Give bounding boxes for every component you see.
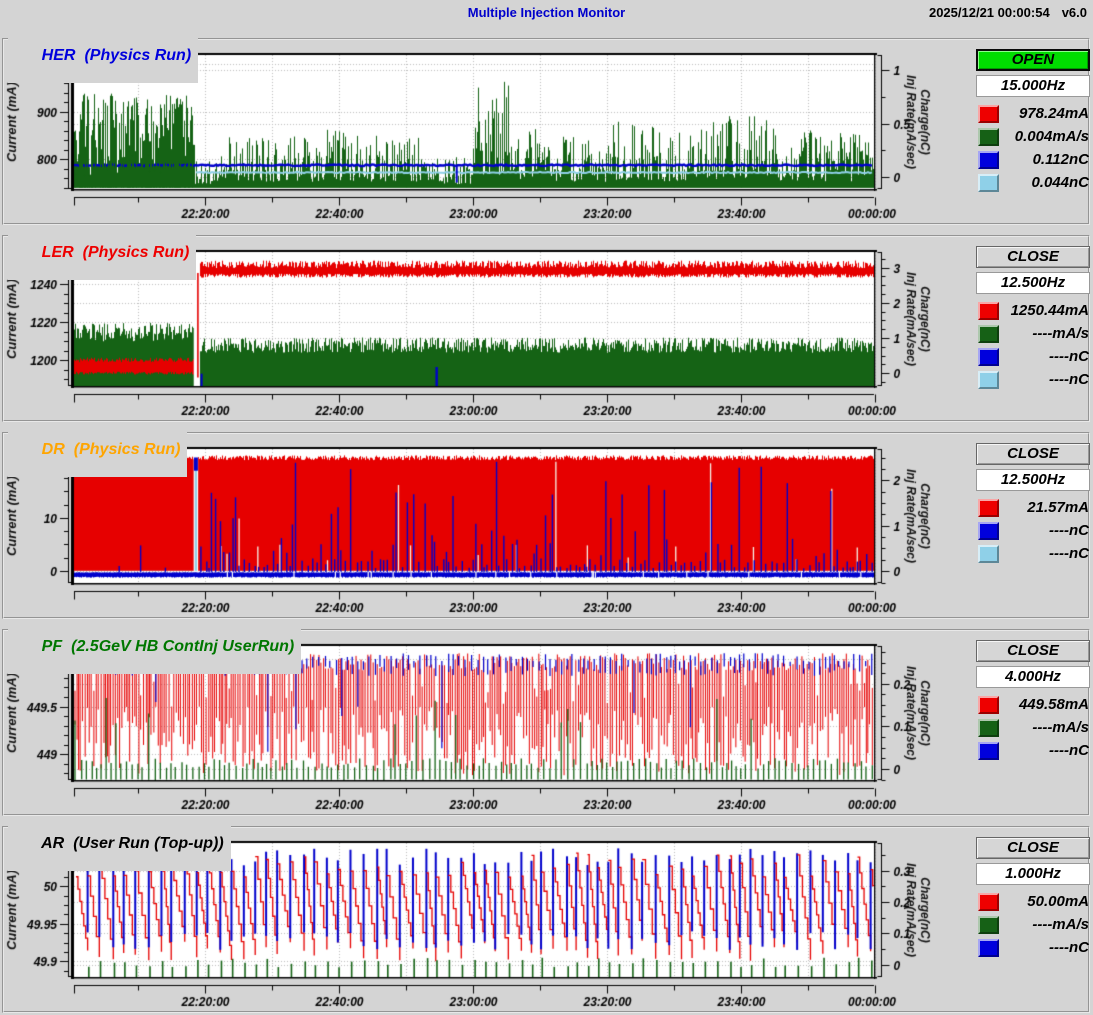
legend-row: ----nC bbox=[976, 519, 1090, 542]
legend-value: 1250.44mA bbox=[1010, 302, 1089, 319]
injection-rate-display: 15.000Hz bbox=[976, 75, 1090, 97]
ring-name: LER bbox=[41, 244, 74, 261]
legend-value: ----nC bbox=[1049, 371, 1089, 388]
legend-value: ----nC bbox=[1049, 545, 1089, 562]
control-box: OPEN 15.000Hz 978.24mA 0.004mA/s 0.112nC 0.… bbox=[976, 49, 1090, 194]
legend-value: 978.24mA bbox=[1018, 105, 1089, 122]
legend-value: ----mA/s bbox=[1032, 325, 1089, 342]
legend-swatch bbox=[978, 544, 999, 563]
legend-value: ----nC bbox=[1049, 742, 1089, 759]
panel-ar: AR (User Run (Top-up)) CLOSE 1.000Hz 50.0… bbox=[0, 817, 1093, 1014]
legend-swatch bbox=[978, 324, 999, 343]
multiple-injection-monitor-window: Multiple Injection Monitor 2025/12/21 00… bbox=[0, 0, 1093, 1015]
injection-rate-display: 1.000Hz bbox=[976, 863, 1090, 885]
panel-title: PF (2.5GeV HB ContInj UserRun) bbox=[8, 620, 302, 674]
panel-title: DR (Physics Run) bbox=[8, 423, 188, 477]
ring-name: DR bbox=[41, 441, 65, 458]
run-mode: (Physics Run) bbox=[73, 441, 181, 458]
shutter-button[interactable]: OPEN bbox=[976, 49, 1090, 71]
datetime-display: 2025/12/21 00:00:54 v6.0 bbox=[917, 5, 1087, 20]
legend: 1250.44mA ----mA/s ----nC ----nC bbox=[976, 299, 1090, 391]
legend-swatch bbox=[978, 104, 999, 123]
legend-value: 449.58mA bbox=[1018, 696, 1089, 713]
legend: 978.24mA 0.004mA/s 0.112nC 0.044nC bbox=[976, 102, 1090, 194]
shutter-button[interactable]: CLOSE bbox=[976, 640, 1090, 662]
legend-row: ----nC bbox=[976, 936, 1090, 959]
legend-swatch bbox=[978, 127, 999, 146]
legend-row: ----nC bbox=[976, 345, 1090, 368]
legend-swatch bbox=[978, 695, 999, 714]
panel-ler: LER (Physics Run) CLOSE 12.500Hz 1250.44m… bbox=[0, 226, 1093, 423]
panel-pf: PF (2.5GeV HB ContInj UserRun) CLOSE 4.00… bbox=[0, 620, 1093, 817]
version-text: v6.0 bbox=[1061, 5, 1087, 20]
legend-swatch bbox=[978, 741, 999, 760]
run-mode: (Physics Run) bbox=[84, 47, 192, 64]
run-mode: (User Run (Top-up)) bbox=[73, 835, 224, 852]
datetime-text: 2025/12/21 00:00:54 bbox=[928, 5, 1050, 20]
legend: 50.00mA ----mA/s ----nC bbox=[976, 890, 1090, 959]
shutter-button[interactable]: CLOSE bbox=[976, 246, 1090, 268]
run-mode: (Physics Run) bbox=[82, 244, 190, 261]
legend-row: 449.58mA bbox=[976, 693, 1090, 716]
legend-row: ----mA/s bbox=[976, 322, 1090, 345]
ring-name: HER bbox=[41, 47, 76, 64]
panel-her: HER (Physics Run) OPEN 15.000Hz 978.24mA 0… bbox=[0, 29, 1093, 226]
ring-name: PF bbox=[41, 638, 63, 655]
legend-value: ----mA/s bbox=[1032, 719, 1089, 736]
legend-swatch bbox=[978, 347, 999, 366]
legend-value: ----mA/s bbox=[1032, 916, 1089, 933]
legend-row: 50.00mA bbox=[976, 890, 1090, 913]
control-box: CLOSE 4.000Hz 449.58mA ----mA/s ----nC bbox=[976, 640, 1090, 762]
legend-swatch bbox=[978, 892, 999, 911]
legend-row: 0.044nC bbox=[976, 171, 1090, 194]
legend-value: ----nC bbox=[1049, 348, 1089, 365]
injection-rate-display: 4.000Hz bbox=[976, 666, 1090, 688]
legend-value: 50.00mA bbox=[1027, 893, 1089, 910]
legend-row: ----mA/s bbox=[976, 913, 1090, 936]
legend-swatch bbox=[978, 150, 999, 169]
legend-value: ----nC bbox=[1049, 939, 1089, 956]
panel-title: AR (User Run (Top-up)) bbox=[8, 817, 231, 871]
injection-rate-display: 12.500Hz bbox=[976, 272, 1090, 294]
panel-title: LER (Physics Run) bbox=[8, 226, 197, 280]
legend-value: 0.004mA/s bbox=[1014, 128, 1089, 145]
legend-swatch bbox=[978, 498, 999, 517]
legend-swatch bbox=[978, 521, 999, 540]
legend-row: 21.57mA bbox=[976, 496, 1090, 519]
legend-swatch bbox=[978, 173, 999, 192]
legend-value: 0.112nC bbox=[1032, 151, 1089, 168]
legend-row: ----nC bbox=[976, 368, 1090, 391]
legend-swatch bbox=[978, 370, 999, 389]
legend-swatch bbox=[978, 718, 999, 737]
injection-rate-display: 12.500Hz bbox=[976, 469, 1090, 491]
legend-row: 978.24mA bbox=[976, 102, 1090, 125]
ring-name: AR bbox=[41, 835, 65, 852]
legend-value: 21.57mA bbox=[1027, 499, 1089, 516]
panel-dr: DR (Physics Run) CLOSE 12.500Hz 21.57mA --… bbox=[0, 423, 1093, 620]
control-box: CLOSE 12.500Hz 1250.44mA ----mA/s ----nC --… bbox=[976, 246, 1090, 391]
legend-row: 0.112nC bbox=[976, 148, 1090, 171]
shutter-button[interactable]: CLOSE bbox=[976, 837, 1090, 859]
control-box: CLOSE 12.500Hz 21.57mA ----nC ----nC bbox=[976, 443, 1090, 565]
shutter-button[interactable]: CLOSE bbox=[976, 443, 1090, 465]
legend-value: 0.044nC bbox=[1031, 174, 1089, 191]
legend-value: ----nC bbox=[1049, 522, 1089, 539]
legend-row: 1250.44mA bbox=[976, 299, 1090, 322]
legend-swatch bbox=[978, 915, 999, 934]
legend-row: ----nC bbox=[976, 739, 1090, 762]
legend: 21.57mA ----nC ----nC bbox=[976, 496, 1090, 565]
legend-swatch bbox=[978, 301, 999, 320]
legend-row: 0.004mA/s bbox=[976, 125, 1090, 148]
panel-title: HER (Physics Run) bbox=[8, 29, 199, 83]
legend-row: ----nC bbox=[976, 542, 1090, 565]
legend-row: ----mA/s bbox=[976, 716, 1090, 739]
run-mode: (2.5GeV HB ContInj UserRun) bbox=[71, 638, 295, 655]
legend-swatch bbox=[978, 938, 999, 957]
control-box: CLOSE 1.000Hz 50.00mA ----mA/s ----nC bbox=[976, 837, 1090, 959]
legend: 449.58mA ----mA/s ----nC bbox=[976, 693, 1090, 762]
